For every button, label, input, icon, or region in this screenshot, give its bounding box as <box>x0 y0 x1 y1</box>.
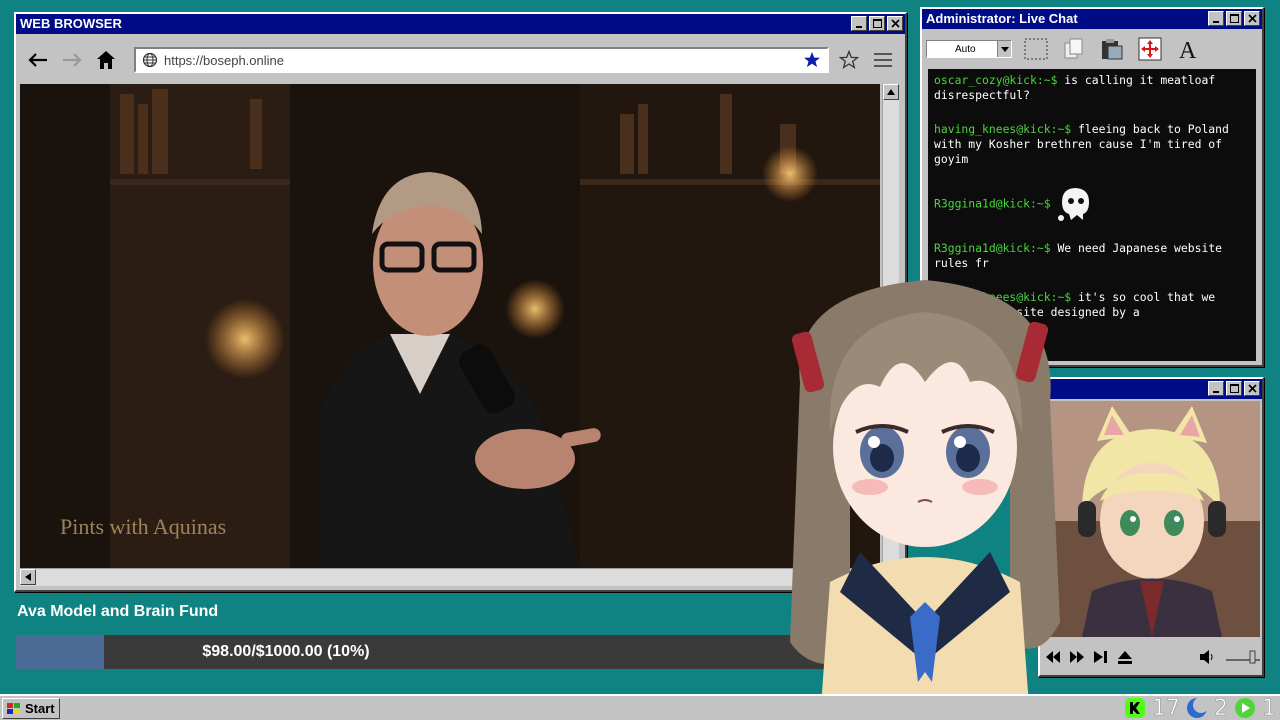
arrow-left-icon <box>28 53 47 67</box>
close-icon <box>1247 384 1257 393</box>
star-outline-icon <box>839 50 859 69</box>
chat-titlebar[interactable]: Administrator: Live Chat <box>922 9 1262 29</box>
chat-message: R3ggina1d@kick:~$ <box>934 186 1250 222</box>
copy-button[interactable] <box>1060 35 1088 63</box>
moon-icon[interactable] <box>1186 697 1208 719</box>
chat-text <box>1051 197 1058 211</box>
minimize-icon <box>1213 20 1219 23</box>
volume-slider[interactable] <box>1226 650 1260 664</box>
font-letter-icon: A <box>1179 38 1197 61</box>
play-icon[interactable] <box>1234 697 1256 719</box>
back-button[interactable] <box>24 45 52 75</box>
paste-button[interactable] <box>1098 35 1126 63</box>
fund-title: Ava Model and Brain Fund <box>17 603 219 620</box>
minimize-button[interactable] <box>851 16 867 31</box>
scroll-left-button[interactable] <box>20 569 36 585</box>
kick-logo-icon[interactable] <box>1124 697 1146 719</box>
close-icon <box>1247 14 1257 23</box>
minimize-icon <box>1213 390 1219 393</box>
start-button[interactable]: Start <box>2 698 60 719</box>
video-watermark: Pints with Aquinas <box>60 514 226 539</box>
eject-icon[interactable] <box>1118 650 1132 664</box>
triangle-up-icon <box>887 89 895 95</box>
volume-icon[interactable] <box>1200 650 1216 664</box>
font-button[interactable]: A <box>1174 35 1202 63</box>
address-bar[interactable]: https://boseph.online <box>134 47 829 73</box>
video-player[interactable]: Pints with Aquinas <box>20 84 880 568</box>
maximize-button[interactable] <box>1226 381 1242 396</box>
chat-username[interactable]: R3ggina1d@kick:~$ <box>934 197 1051 211</box>
move-arrows-icon <box>1138 37 1162 61</box>
home-icon <box>97 51 115 69</box>
move-tool-button[interactable] <box>1136 35 1164 63</box>
minimize-button[interactable] <box>1208 11 1224 26</box>
vtuber-avatar <box>790 280 1060 720</box>
maximize-icon <box>1229 384 1239 393</box>
home-button[interactable] <box>92 45 120 75</box>
chat-message: oscar_cozy@kick:~$ is calling it meatloa… <box>934 73 1250 103</box>
maximize-button[interactable] <box>869 16 885 31</box>
maximize-button[interactable] <box>1226 11 1242 26</box>
chat-username[interactable]: R3ggina1d@kick:~$ <box>934 241 1051 255</box>
zoom-select[interactable]: Auto <box>926 40 1012 58</box>
globe-icon <box>142 52 158 68</box>
windows-logo-icon <box>7 702 20 714</box>
minimize-icon <box>856 25 862 28</box>
chat-title: Administrator: Live Chat <box>926 11 1078 26</box>
ghost-emote-icon <box>1058 188 1090 221</box>
chat-username[interactable]: oscar_cozy@kick:~$ <box>934 73 1057 87</box>
maximize-icon <box>1229 14 1239 23</box>
select-tool-button[interactable] <box>1022 35 1050 63</box>
moon-count: 2 <box>1214 695 1229 720</box>
video-frame: Pints with Aquinas <box>20 84 880 568</box>
url-text: https://boseph.online <box>164 52 284 68</box>
play-count: 1 <box>1262 695 1277 720</box>
close-button[interactable] <box>1244 11 1260 26</box>
browser-title: WEB BROWSER <box>20 16 122 31</box>
chevron-down-icon <box>1000 46 1009 52</box>
scroll-up-button[interactable] <box>883 84 899 100</box>
forward-button[interactable] <box>58 45 86 75</box>
zoom-select-value: Auto <box>955 43 976 55</box>
close-button[interactable] <box>1244 381 1260 396</box>
chat-username[interactable]: having_knees@kick:~$ <box>934 122 1071 136</box>
copy-icon <box>1064 38 1083 59</box>
start-label: Start <box>25 701 55 716</box>
maximize-icon <box>872 19 882 28</box>
fund-progress-label: $98.00/$1000.00 (10%) <box>202 643 370 660</box>
menu-button[interactable] <box>869 45 897 75</box>
system-tray: 17 2 1 <box>1124 695 1277 720</box>
browser-toolbar: https://boseph.online <box>20 38 901 82</box>
taskbar: Start 17 2 1 <box>0 694 1280 720</box>
hamburger-menu-icon <box>874 53 892 67</box>
svg-text:A: A <box>1179 38 1197 61</box>
close-icon <box>890 19 900 28</box>
browser-titlebar[interactable]: WEB BROWSER <box>16 14 905 34</box>
triangle-left-icon <box>25 573 31 581</box>
kick-viewer-count: 17 <box>1152 695 1181 720</box>
bookmark-button[interactable] <box>835 45 863 75</box>
chat-message: having_knees@kick:~$ fleeing back to Pol… <box>934 122 1250 167</box>
chat-toolbar: Auto A <box>924 31 1260 67</box>
clipboard-icon <box>1102 39 1123 60</box>
close-button[interactable] <box>887 16 903 31</box>
marquee-select-icon <box>1024 38 1048 60</box>
arrow-right-icon <box>63 53 82 67</box>
minimize-button[interactable] <box>1208 381 1224 396</box>
star-filled-icon[interactable] <box>803 51 821 69</box>
